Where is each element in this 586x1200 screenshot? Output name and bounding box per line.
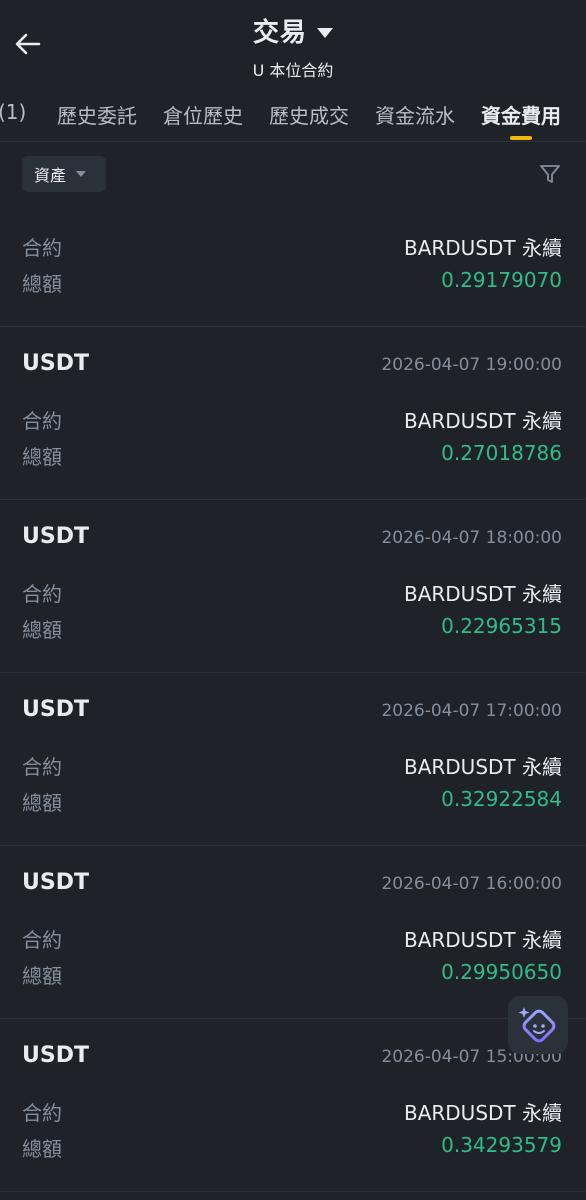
- tab-transaction-history[interactable]: 資金流水: [375, 100, 455, 129]
- total-value: 0.29179070: [441, 268, 562, 292]
- total-label: 總額: [22, 964, 62, 988]
- contract-label: 合約: [22, 582, 62, 606]
- contract-label: 合約: [22, 755, 62, 779]
- record-asset: USDT: [22, 1043, 89, 1068]
- funding-record[interactable]: USDT 2026-04-07 15:00:00 合約 BARDUSDT 永續 …: [0, 1019, 586, 1192]
- contract-row: 合約 BARDUSDT 永續: [22, 924, 562, 954]
- funding-fee-list: 合約 BARDUSDT 永續 總額 0.29179070 USDT 2026-0…: [0, 210, 586, 1192]
- total-label: 總額: [22, 618, 62, 642]
- contract-label: 合約: [22, 236, 62, 260]
- tab-open-orders-label: (1): [0, 100, 27, 124]
- contract-label: 合約: [22, 928, 62, 952]
- total-row: 總額 0.22965315: [22, 614, 562, 644]
- ai-assistant-button[interactable]: [508, 996, 568, 1054]
- title-block: 交易 U 本位合約: [0, 12, 586, 81]
- total-row: 總額 0.34293579: [22, 1133, 562, 1163]
- record-header: USDT 2026-04-07 18:00:00: [22, 520, 562, 556]
- page-subtitle: U 本位合約: [252, 61, 334, 80]
- ai-assistant-icon: [518, 1007, 556, 1043]
- record-asset: USDT: [22, 870, 89, 895]
- funding-record[interactable]: USDT 2026-04-07 17:00:00 合約 BARDUSDT 永續 …: [0, 673, 586, 846]
- tab-trade-history-label: 歷史成交: [269, 104, 349, 128]
- total-value: 0.32922584: [441, 787, 562, 811]
- contract-row: 合約 BARDUSDT 永續: [22, 1097, 562, 1127]
- app-header: 交易 U 本位合約: [0, 0, 586, 88]
- page-title: 交易: [252, 18, 307, 48]
- record-time: 2026-04-07 16:00:00: [381, 874, 562, 894]
- contract-row: 合約 BARDUSDT 永續: [22, 232, 562, 262]
- contract-value: BARDUSDT 永續: [403, 755, 562, 779]
- contract-value: BARDUSDT 永續: [403, 582, 562, 606]
- total-row: 總額 0.32922584: [22, 787, 562, 817]
- tab-order-history-label: 歷史委託: [57, 104, 137, 128]
- contract-row: 合約 BARDUSDT 永續: [22, 751, 562, 781]
- asset-filter-label: 資產: [34, 166, 67, 185]
- tab-funding-fee-label: 資金費用: [481, 104, 561, 128]
- contract-value: BARDUSDT 永續: [403, 928, 562, 952]
- total-label: 總額: [22, 445, 62, 469]
- funding-record[interactable]: 合約 BARDUSDT 永續 總額 0.29179070: [0, 210, 586, 327]
- contract-label: 合約: [22, 1101, 62, 1125]
- title-dropdown[interactable]: 交易: [253, 12, 333, 49]
- caret-down-icon: [76, 171, 87, 177]
- record-time: 2026-04-07 18:00:00: [381, 528, 562, 548]
- total-value: 0.22965315: [441, 614, 562, 638]
- record-header: USDT 2026-04-07 17:00:00: [22, 693, 562, 729]
- total-value: 0.27018786: [441, 441, 562, 465]
- tab-trade-history[interactable]: 歷史成交: [269, 100, 349, 129]
- tab-transaction-history-label: 資金流水: [375, 104, 455, 128]
- filter-row: 資產: [0, 142, 586, 210]
- record-asset: USDT: [22, 524, 89, 549]
- total-value: 0.34293579: [441, 1133, 562, 1157]
- total-row: 總額 0.29179070: [22, 268, 562, 298]
- total-label: 總額: [22, 791, 62, 815]
- total-label: 總額: [22, 272, 62, 296]
- tab-order-history[interactable]: 歷史委託: [57, 100, 137, 129]
- tab-funding-fee[interactable]: 資金費用: [481, 100, 561, 129]
- funding-record[interactable]: USDT 2026-04-07 18:00:00 合約 BARDUSDT 永續 …: [0, 500, 586, 673]
- asset-filter-dropdown[interactable]: 資產: [22, 156, 106, 192]
- contract-row: 合約 BARDUSDT 永續: [22, 405, 562, 435]
- filter-button[interactable]: [538, 162, 562, 186]
- tab-position-history[interactable]: 倉位歷史: [163, 100, 243, 129]
- funding-record[interactable]: USDT 2026-04-07 16:00:00 合約 BARDUSDT 永續 …: [0, 846, 586, 1019]
- record-time: 2026-04-07 19:00:00: [381, 355, 562, 375]
- funding-record[interactable]: USDT 2026-04-07 19:00:00 合約 BARDUSDT 永續 …: [0, 327, 586, 500]
- contract-value: BARDUSDT 永續: [403, 409, 562, 433]
- record-header: USDT 2026-04-07 16:00:00: [22, 866, 562, 902]
- contract-value: BARDUSDT 永續: [403, 236, 562, 260]
- tab-position-history-label: 倉位歷史: [163, 104, 243, 128]
- active-tab-indicator: [510, 136, 532, 140]
- contract-row: 合約 BARDUSDT 永續: [22, 578, 562, 608]
- tab-open-orders[interactable]: (1): [0, 100, 26, 124]
- tab-bar: (1) 歷史委託 倉位歷史 歷史成交 資金流水 資金費用: [0, 88, 586, 142]
- record-header: USDT 2026-04-07 19:00:00: [22, 347, 562, 383]
- total-row: 總額 0.27018786: [22, 441, 562, 471]
- contract-label: 合約: [22, 409, 62, 433]
- filter-icon: [540, 165, 560, 183]
- total-value: 0.29950650: [441, 960, 562, 984]
- record-time: 2026-04-07 17:00:00: [381, 701, 562, 721]
- record-asset: USDT: [22, 697, 89, 722]
- total-label: 總額: [22, 1137, 62, 1161]
- record-asset: USDT: [22, 351, 89, 376]
- caret-down-icon: [317, 27, 333, 38]
- contract-value: BARDUSDT 永續: [403, 1101, 562, 1125]
- record-header: USDT 2026-04-07 15:00:00: [22, 1039, 562, 1075]
- total-row: 總額 0.29950650: [22, 960, 562, 990]
